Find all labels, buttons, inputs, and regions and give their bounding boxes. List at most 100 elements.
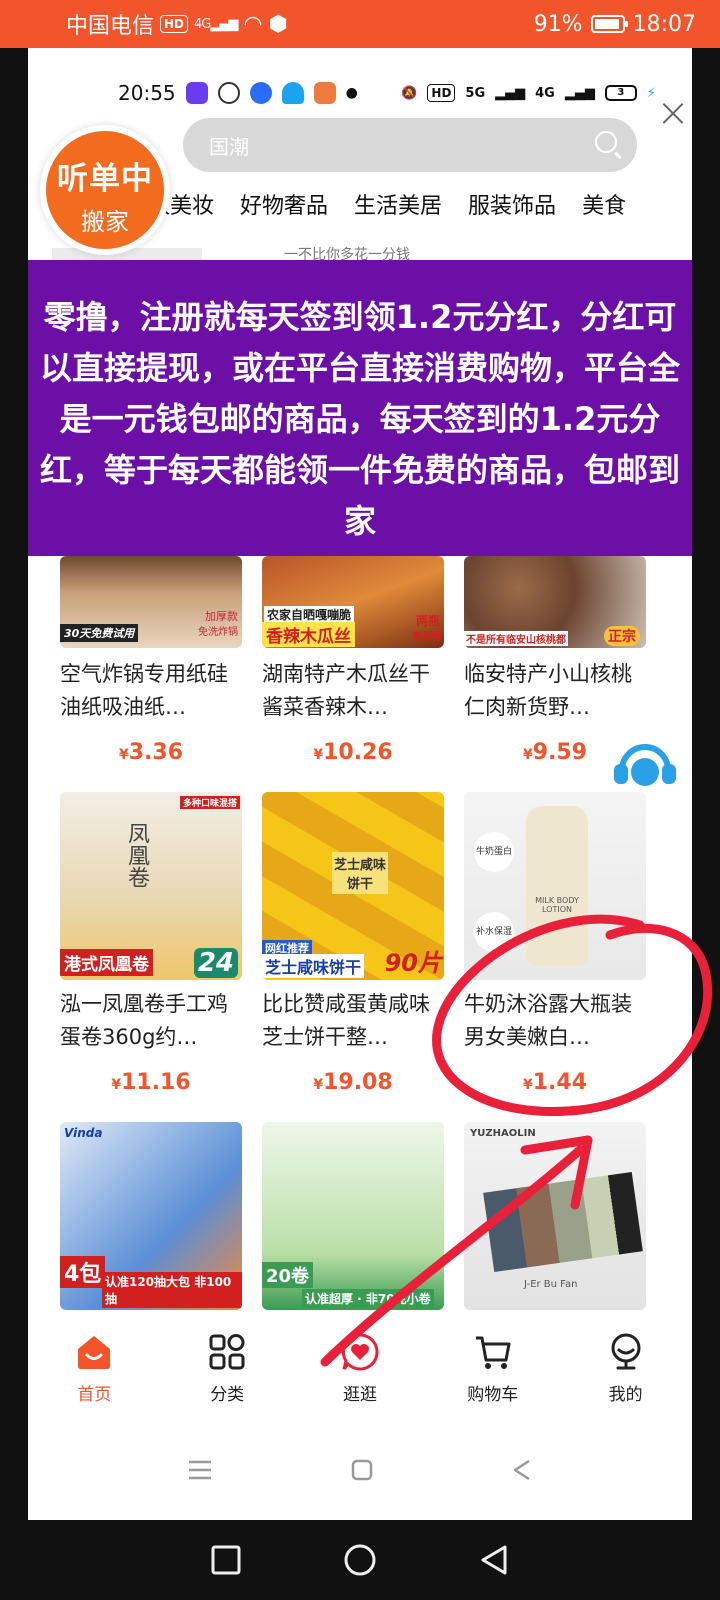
product-tag: 不是所有临安山核桃都	[464, 631, 568, 646]
product-tag: 20卷	[262, 1262, 314, 1288]
paw-icon	[249, 82, 272, 104]
lotion-bottle	[526, 806, 588, 966]
tab-cart[interactable]: 购物车	[426, 1310, 559, 1420]
price-value: 10.26	[323, 740, 393, 765]
product-title: 比比赞咸蛋黄咸味芝士饼干整…	[262, 992, 430, 1049]
product-title: 湖南特产木瓜丝干酱菜香辣木…	[262, 662, 430, 719]
outer-navigation-bar	[0, 1520, 720, 1600]
search-placeholder: 国潮	[209, 134, 249, 159]
floating-order-badge[interactable]: 听单中 搬家	[40, 125, 170, 255]
category-tab[interactable]: 美食	[582, 188, 626, 238]
product-tag: 芝士咸味饼干	[262, 954, 365, 978]
product-tag: 补水保湿	[474, 912, 514, 952]
more-dot-icon: ●	[345, 85, 358, 101]
network-type: 4G	[194, 16, 211, 32]
back-triangle-icon[interactable]	[477, 1543, 511, 1577]
product-image: YUZHAOLIN J-Er Bu Fan	[464, 1122, 646, 1310]
game-icon	[313, 82, 336, 104]
product-tag: 免洗炸锅	[198, 627, 238, 638]
screen-recording-frame: 20:55 ● 🔕 HD 5G ▂▄▆ 4G ▂▄▆ 3 ⚡ × 国潮 致美妆 好物…	[28, 48, 692, 1520]
product-image: MILK BODY LOTION 牛奶蛋白 补水保湿	[464, 792, 646, 980]
product-price: ¥3.36	[60, 740, 242, 765]
hd-badge: HD	[160, 15, 189, 33]
customer-service-icon[interactable]	[612, 740, 678, 790]
category-tab[interactable]: 生活美居	[354, 188, 442, 238]
currency-symbol: ¥	[522, 1077, 533, 1093]
product-tag: 多种口味混搭	[179, 796, 240, 809]
badge-line2: 搬家	[81, 208, 129, 236]
product-image: Vinda 4包 认准120抽大包 非100抽	[60, 1122, 242, 1310]
menu-icon[interactable]	[186, 1458, 214, 1482]
product-tag: 90片	[384, 949, 442, 977]
product-tag: J-Er Bu Fan	[524, 1279, 578, 1290]
product-price: ¥19.08	[262, 1070, 444, 1095]
product-tag: 芝士咸味饼干	[332, 852, 388, 894]
product-tag: 认准超厚 · 非70克小卷	[302, 1289, 434, 1308]
app-notify-icon	[185, 82, 208, 104]
currency-symbol: ¥	[522, 747, 533, 763]
product-tag: 港式凤凰卷	[60, 949, 153, 976]
product-price: ¥10.26	[262, 740, 444, 765]
charging-bolt-icon: ⚡	[646, 85, 656, 101]
product-title: 泓一凤凰卷手工鸡蛋卷360g约…	[60, 992, 228, 1049]
currency-symbol: ¥	[313, 747, 324, 763]
wechat-icon	[217, 82, 240, 104]
product-title: 空气炸锅专用纸硅油纸吸油纸…	[60, 662, 228, 719]
product-tag: YUZHAOLIN	[470, 1128, 536, 1139]
tab-profile[interactable]: 我的	[559, 1310, 692, 1420]
tab-category[interactable]: 分类	[161, 1310, 294, 1420]
back-icon[interactable]	[510, 1458, 534, 1482]
inner-hd-badge: HD	[427, 84, 456, 102]
product-tag: 30天免费试用	[60, 624, 139, 642]
product-tag: 正宗	[604, 626, 640, 646]
product-price: ¥11.16	[60, 1070, 242, 1095]
qq-icon	[281, 82, 304, 104]
price-value: 19.08	[323, 1070, 393, 1095]
product-tag: 加厚款	[205, 610, 238, 623]
product-tag: 香辣木瓜丝	[262, 622, 355, 647]
status-right: 91% 18:07	[534, 12, 696, 37]
tab-label: 我的	[608, 1385, 643, 1405]
search-icon[interactable]	[595, 131, 617, 153]
product-tag: Vinda	[64, 1126, 103, 1140]
close-icon[interactable]: ×	[656, 93, 690, 133]
product-image: 多种口味混搭 凤凰卷 港式凤凰卷 24	[60, 792, 242, 980]
tab-label: 购物车	[467, 1385, 519, 1405]
price-value: 1.44	[532, 1070, 588, 1095]
product-image: 20卷 认准超厚 · 非70克小卷	[262, 1122, 444, 1310]
category-tab[interactable]: 服装饰品	[468, 188, 556, 238]
product-title: 牛奶沐浴露大瓶装男女美嫩白…	[464, 992, 632, 1049]
signal-4g-icon: ▂▄▆	[564, 85, 595, 101]
product-image: 30天免费试用 加厚款 免洗炸锅	[60, 556, 242, 648]
product-tag: 农家自晒嘎嘣脆	[264, 606, 355, 623]
outer-status-bar: 中国电信 HD 4G▂▄▆ ◠ ⬢ 91% 18:07	[0, 0, 720, 48]
product-tag: 凤凰卷	[124, 822, 149, 888]
inner-battery-icon: 3	[604, 85, 637, 101]
signal-icon: 4G▂▄▆	[194, 16, 238, 32]
tab-browse[interactable]: 逛逛	[294, 1310, 427, 1420]
grid-icon	[209, 1334, 245, 1370]
search-bar[interactable]: 国潮	[183, 118, 637, 172]
battery-icon	[590, 15, 628, 33]
badge-inner: 听单中 搬家	[46, 131, 164, 249]
product-tag: 两瓶	[415, 614, 440, 628]
mute-bell-icon: 🔕	[401, 85, 418, 101]
category-tab[interactable]: 好物奢品	[240, 188, 328, 238]
product-image: 芝士咸味饼干 网红推荐 芝士咸味饼干 90片	[262, 792, 444, 980]
currency-symbol: ¥	[111, 1077, 122, 1093]
category-tabs: 致美妆 好物奢品 生活美居 服装饰品 美食	[148, 188, 692, 238]
price-value: 11.16	[121, 1070, 191, 1095]
recents-icon[interactable]	[209, 1543, 243, 1577]
home-square-icon[interactable]	[350, 1458, 374, 1482]
net-5g: 5G	[465, 85, 486, 101]
product-tag: MILK BODY LOTION	[535, 896, 579, 914]
home-circle-icon[interactable]	[342, 1542, 378, 1578]
net-4g: 4G	[535, 85, 555, 101]
home-icon	[78, 1336, 111, 1369]
product-tag: 4包	[60, 1256, 106, 1288]
product-price: ¥1.44	[464, 1070, 646, 1095]
tab-home[interactable]: 首页	[28, 1310, 161, 1420]
carrier-group: 中国电信 HD 4G▂▄▆ ◠ ⬢	[66, 8, 288, 40]
product-tag: 24	[193, 948, 238, 978]
product-title: 临安特产小山核桃仁肉新货野…	[464, 662, 632, 719]
